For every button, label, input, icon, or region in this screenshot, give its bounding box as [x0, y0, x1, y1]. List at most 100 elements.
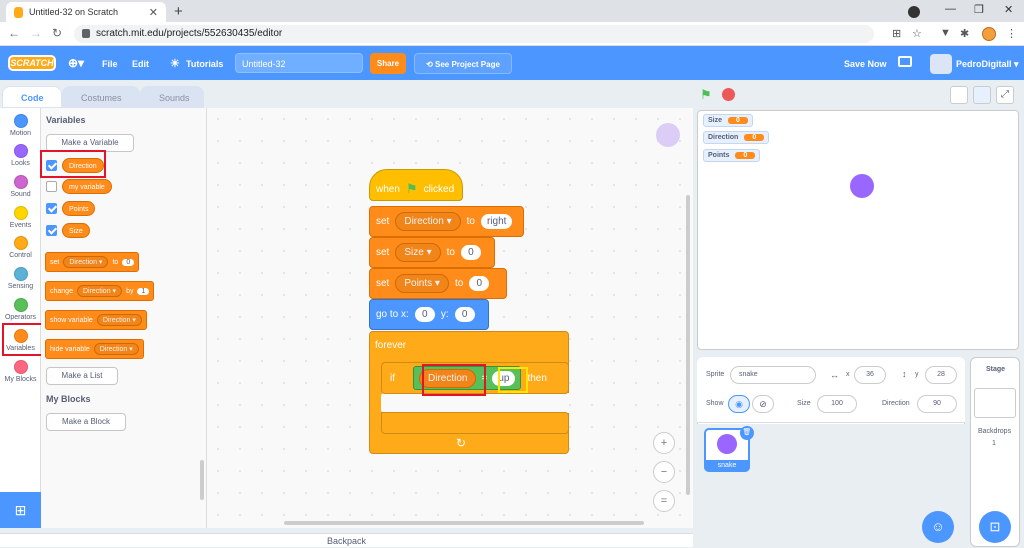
small-stage-button[interactable] — [950, 86, 968, 104]
value-input[interactable]: 0 — [469, 276, 490, 291]
maximize-button[interactable]: ❐ — [974, 3, 984, 16]
language-globe-icon[interactable]: ⊕▾ — [68, 56, 84, 70]
variable-dropdown[interactable]: Direction ▾ — [63, 256, 109, 268]
variable-dropdown[interactable]: Points ▾ — [395, 274, 449, 293]
tab-code[interactable]: Code — [2, 86, 62, 108]
minimize-button[interactable]: — — [945, 3, 956, 15]
value-input[interactable]: 0 — [122, 258, 135, 266]
project-title-input[interactable]: Untitled-32 — [235, 53, 363, 73]
bookmark-star-icon[interactable]: ☆ — [912, 27, 922, 40]
new-tab-button[interactable]: + — [174, 3, 183, 20]
my-variable-checkbox[interactable] — [46, 181, 57, 192]
value-input[interactable]: 0 — [460, 245, 481, 260]
variable-dropdown[interactable]: Direction ▾ — [76, 285, 123, 297]
zoom-in-button[interactable]: + — [653, 432, 675, 454]
extension-filter-icon[interactable]: ▼ — [940, 27, 951, 39]
variable-dropdown[interactable]: Direction ▾ — [96, 314, 142, 326]
tab-sounds[interactable]: Sounds — [140, 86, 204, 108]
stop-button[interactable] — [722, 88, 735, 101]
normal-stage-button[interactable] — [973, 86, 991, 104]
sprite-name-input[interactable]: snake — [730, 366, 816, 384]
y-input[interactable]: 28 — [925, 366, 957, 384]
dropdown-value: Points — [404, 278, 433, 289]
lock-icon[interactable] — [82, 29, 90, 38]
palette-set-variable-block[interactable]: set Direction ▾ to 0 — [45, 252, 140, 272]
variable-dropdown[interactable]: Direction ▾ — [395, 212, 461, 231]
set-points-block[interactable]: set Points ▾ to 0 — [369, 268, 507, 299]
loop-arrow-icon: ↻ — [456, 436, 467, 450]
user-avatar[interactable] — [930, 54, 952, 74]
chrome-profile-icon[interactable] — [908, 6, 920, 18]
value-input[interactable]: right — [480, 214, 513, 229]
category-my-blocks[interactable]: My Blocks — [0, 360, 41, 383]
add-extension-button[interactable]: ⊞ — [0, 492, 41, 528]
size-input[interactable]: 100 — [817, 395, 857, 413]
save-now-button[interactable]: Save Now — [844, 59, 887, 69]
category-control[interactable]: Control — [0, 236, 41, 259]
stage-thumbnail[interactable] — [974, 388, 1016, 418]
x-input[interactable]: 36 — [854, 366, 886, 384]
zoom-out-button[interactable]: − — [653, 461, 675, 483]
points-checkbox[interactable] — [46, 203, 57, 214]
palette-show-variable-block[interactable]: show variable Direction ▾ — [45, 310, 147, 330]
browser-tab[interactable]: Untitled-32 on Scratch ✕ — [6, 2, 166, 22]
tab-costumes[interactable]: Costumes — [62, 86, 140, 108]
scratch-logo[interactable]: SCRATCH — [8, 55, 56, 71]
my-stuff-folder-icon[interactable] — [898, 56, 912, 67]
tutorials-menu[interactable]: Tutorials — [186, 59, 223, 69]
extensions-puzzle-icon[interactable]: ✱ — [960, 27, 969, 40]
show-hidden-button[interactable]: ⊘ — [752, 395, 774, 413]
green-flag-button[interactable]: ⚑ — [700, 87, 712, 103]
make-list-button[interactable]: Make a List — [46, 367, 118, 385]
choose-backdrop-button[interactable]: ⊡ — [979, 511, 1011, 543]
palette-change-variable-block[interactable]: change Direction ▾ by 1 — [45, 281, 155, 301]
category-events[interactable]: Events — [0, 206, 41, 229]
translate-icon[interactable]: ⊞ — [892, 27, 901, 40]
fullscreen-button[interactable]: ⤢ — [996, 86, 1014, 104]
backpack-bar[interactable]: Backpack — [0, 533, 693, 547]
category-sensing[interactable]: Sensing — [0, 267, 41, 290]
script-horizontal-scrollbar[interactable] — [284, 521, 644, 525]
delete-sprite-button[interactable]: 🗑 — [740, 426, 754, 440]
chrome-menu-icon[interactable]: ⋮ — [1006, 27, 1017, 40]
file-menu[interactable]: File — [102, 59, 118, 69]
points-reporter[interactable]: Points — [62, 201, 96, 216]
go-to-xy-block[interactable]: go to x: 0 y: 0 — [369, 299, 489, 330]
profile-avatar-icon[interactable] — [982, 27, 996, 41]
stage-canvas[interactable] — [697, 110, 1019, 350]
category-motion[interactable]: Motion — [0, 114, 41, 137]
value-input[interactable]: 1 — [137, 287, 150, 295]
category-operators[interactable]: Operators — [0, 298, 41, 321]
variable-dropdown[interactable]: Direction ▾ — [93, 343, 139, 355]
my-variable-reporter[interactable]: my variable — [62, 179, 112, 194]
share-button[interactable]: Share — [370, 53, 406, 74]
variable-dropdown[interactable]: Size ▾ — [395, 243, 441, 262]
when-flag-clicked-block[interactable]: when ⚑ clicked — [369, 169, 463, 201]
palette-scrollbar[interactable] — [200, 460, 204, 500]
edit-menu[interactable]: Edit — [132, 59, 149, 69]
forward-icon[interactable]: → — [30, 26, 42, 40]
palette-hide-variable-block[interactable]: hide variable Direction ▾ — [45, 339, 144, 359]
direction-input[interactable]: 90 — [917, 395, 957, 413]
see-project-page-button[interactable]: ⟲ See Project Page — [414, 53, 512, 74]
set-size-block[interactable]: set Size ▾ to 0 — [369, 237, 495, 268]
choose-sprite-button[interactable]: ☺ — [922, 511, 954, 543]
make-block-button[interactable]: Make a Block — [46, 413, 126, 431]
category-sound[interactable]: Sound — [0, 175, 41, 198]
snake-sprite[interactable] — [850, 174, 874, 198]
category-looks[interactable]: Looks — [0, 144, 41, 167]
username-menu[interactable]: PedroDigitall ▾ — [956, 59, 1019, 70]
script-vertical-scrollbar[interactable] — [686, 195, 690, 495]
show-visible-button[interactable]: ◉ — [728, 395, 750, 413]
reload-icon[interactable]: ↻ — [52, 26, 62, 40]
back-icon[interactable]: ← — [8, 26, 20, 40]
close-tab-icon[interactable]: ✕ — [149, 6, 158, 19]
close-window-button[interactable]: ✕ — [1004, 3, 1013, 16]
url-field[interactable]: scratch.mit.edu/projects/552630435/edito… — [74, 25, 874, 43]
size-checkbox[interactable] — [46, 225, 57, 236]
set-direction-block[interactable]: set Direction ▾ to right — [369, 206, 524, 237]
x-input[interactable]: 0 — [414, 307, 435, 322]
size-reporter[interactable]: Size — [62, 223, 90, 238]
zoom-reset-button[interactable]: = — [653, 490, 675, 512]
y-input[interactable]: 0 — [454, 307, 475, 322]
